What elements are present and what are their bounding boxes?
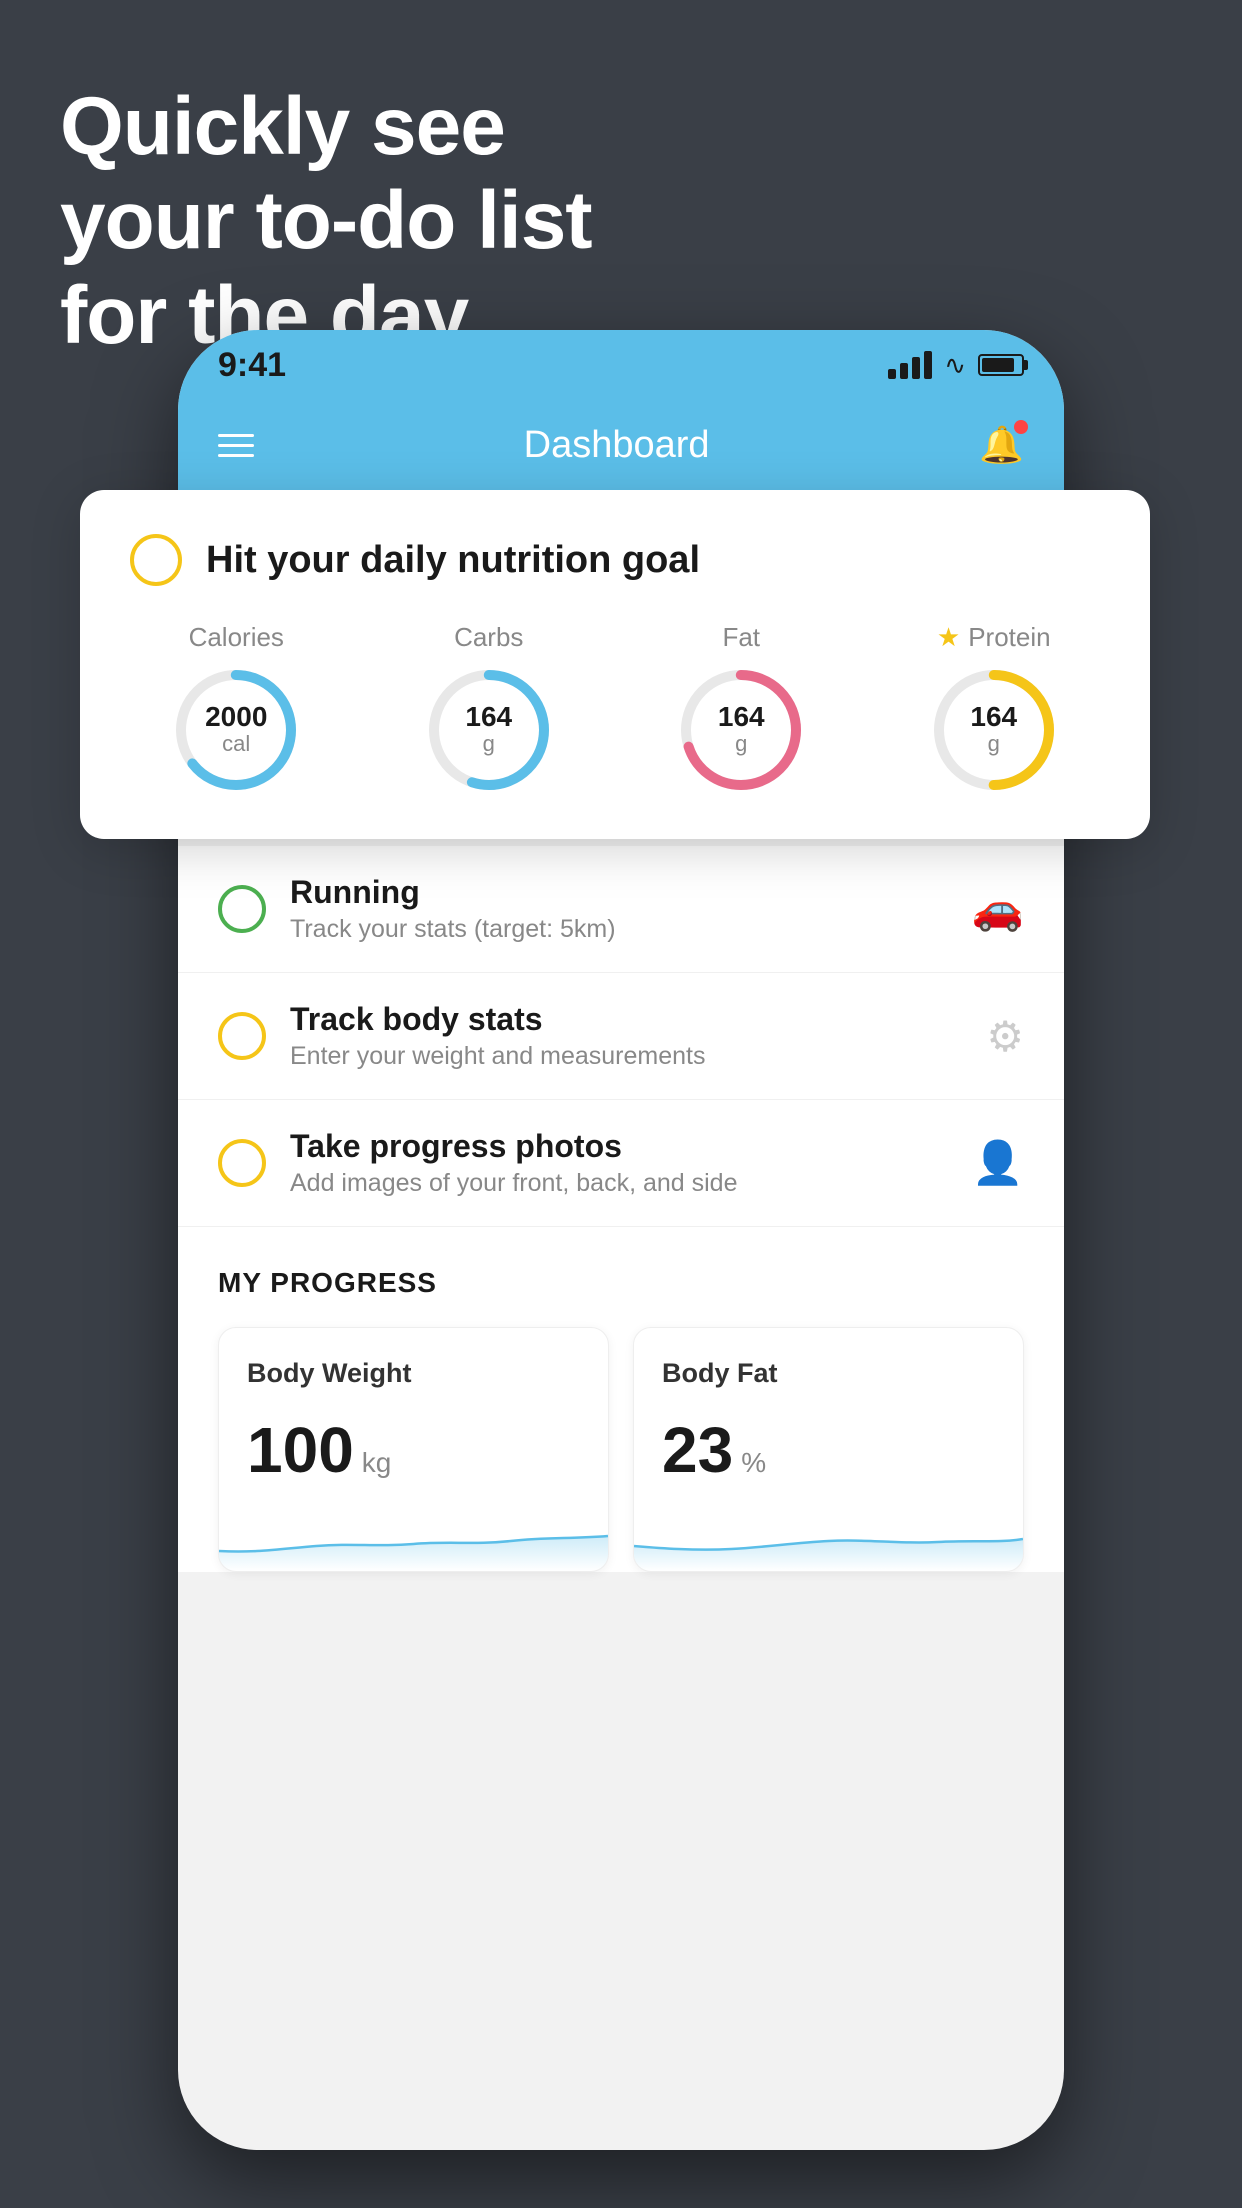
body-weight-chart (219, 1511, 608, 1571)
carbs-value: 164 (465, 703, 512, 731)
app-header: Dashboard 🔔 (178, 400, 1064, 490)
nutrition-card-header: Hit your daily nutrition goal (130, 534, 1100, 586)
battery-icon (978, 354, 1024, 376)
signal-bars-icon (888, 351, 932, 379)
hamburger-menu-button[interactable] (218, 434, 254, 457)
todo-text-running: Running Track your stats (target: 5km) (290, 874, 948, 944)
status-icons: ∿ (888, 350, 1024, 381)
protein-star-icon: ★ (937, 622, 960, 653)
protein-unit: g (970, 731, 1017, 757)
body-fat-unit: % (741, 1447, 766, 1479)
nutrition-item-protein: ★ Protein 164 g (929, 622, 1059, 795)
nutrition-card-title: Hit your daily nutrition goal (206, 539, 700, 582)
person-icon: 👤 (972, 1139, 1024, 1188)
notification-badge (1014, 420, 1028, 434)
header-title: Dashboard (524, 424, 710, 467)
protein-label: ★ Protein (937, 622, 1051, 653)
todo-list: Running Track your stats (target: 5km) 🚗… (178, 846, 1064, 1227)
todo-text-progress-photos: Take progress photos Add images of your … (290, 1128, 948, 1198)
body-fat-title: Body Fat (662, 1358, 995, 1389)
todo-circle-yellow-photos (218, 1139, 266, 1187)
todo-item-running[interactable]: Running Track your stats (target: 5km) 🚗 (178, 846, 1064, 973)
fat-unit: g (718, 731, 765, 757)
status-time: 9:41 (218, 346, 286, 385)
progress-cards: Body Weight 100 kg (218, 1327, 1024, 1572)
calories-donut: 2000 cal (171, 665, 301, 795)
protein-value: 164 (970, 703, 1017, 731)
body-weight-value: 100 (247, 1413, 354, 1487)
calories-value: 2000 (205, 703, 267, 731)
fat-value: 164 (718, 703, 765, 731)
todo-circle-yellow-track (218, 1012, 266, 1060)
todo-name-progress-photos: Take progress photos (290, 1128, 948, 1165)
carbs-label: Carbs (454, 622, 523, 653)
wifi-icon: ∿ (944, 350, 966, 381)
headline: Quickly see your to-do list for the day. (60, 80, 592, 363)
todo-circle-green (218, 885, 266, 933)
headline-line1: Quickly see (60, 80, 592, 174)
todo-text-track-body: Track body stats Enter your weight and m… (290, 1001, 962, 1071)
status-bar: 9:41 ∿ (178, 330, 1064, 400)
todo-name-track-body: Track body stats (290, 1001, 962, 1038)
headline-line2: your to-do list (60, 174, 592, 268)
fat-label: Fat (722, 622, 760, 653)
nutrition-item-carbs: Carbs 164 g (424, 622, 554, 795)
todo-name-running: Running (290, 874, 948, 911)
nutrition-item-fat: Fat 164 g (676, 622, 806, 795)
todo-item-progress-photos[interactable]: Take progress photos Add images of your … (178, 1100, 1064, 1227)
fat-donut: 164 g (676, 665, 806, 795)
carbs-donut: 164 g (424, 665, 554, 795)
todo-sub-progress-photos: Add images of your front, back, and side (290, 1169, 948, 1198)
protein-donut: 164 g (929, 665, 1059, 795)
todo-sub-running: Track your stats (target: 5km) (290, 915, 948, 944)
nutrition-radio-circle[interactable] (130, 534, 182, 586)
progress-section-title: MY PROGRESS (218, 1267, 1024, 1299)
scale-icon: ⚙ (986, 1012, 1024, 1061)
carbs-unit: g (465, 731, 512, 757)
nutrition-item-calories: Calories 2000 cal (171, 622, 301, 795)
body-fat-value-row: 23 % (662, 1413, 995, 1487)
body-weight-title: Body Weight (247, 1358, 580, 1389)
body-fat-card[interactable]: Body Fat 23 % (633, 1327, 1024, 1572)
body-weight-unit: kg (362, 1447, 392, 1479)
calories-label: Calories (189, 622, 284, 653)
body-fat-value: 23 (662, 1413, 733, 1487)
todo-sub-track-body: Enter your weight and measurements (290, 1042, 962, 1071)
notification-bell-button[interactable]: 🔔 (979, 424, 1024, 466)
nutrition-items-row: Calories 2000 cal Carbs (130, 622, 1100, 795)
body-weight-card[interactable]: Body Weight 100 kg (218, 1327, 609, 1572)
body-fat-chart (634, 1511, 1023, 1571)
todo-item-track-body[interactable]: Track body stats Enter your weight and m… (178, 973, 1064, 1100)
calories-unit: cal (205, 731, 267, 757)
body-weight-value-row: 100 kg (247, 1413, 580, 1487)
my-progress-section: MY PROGRESS Body Weight 100 kg (178, 1227, 1064, 1572)
running-shoe-icon: 🚗 (972, 885, 1024, 934)
nutrition-card: Hit your daily nutrition goal Calories 2… (80, 490, 1150, 839)
